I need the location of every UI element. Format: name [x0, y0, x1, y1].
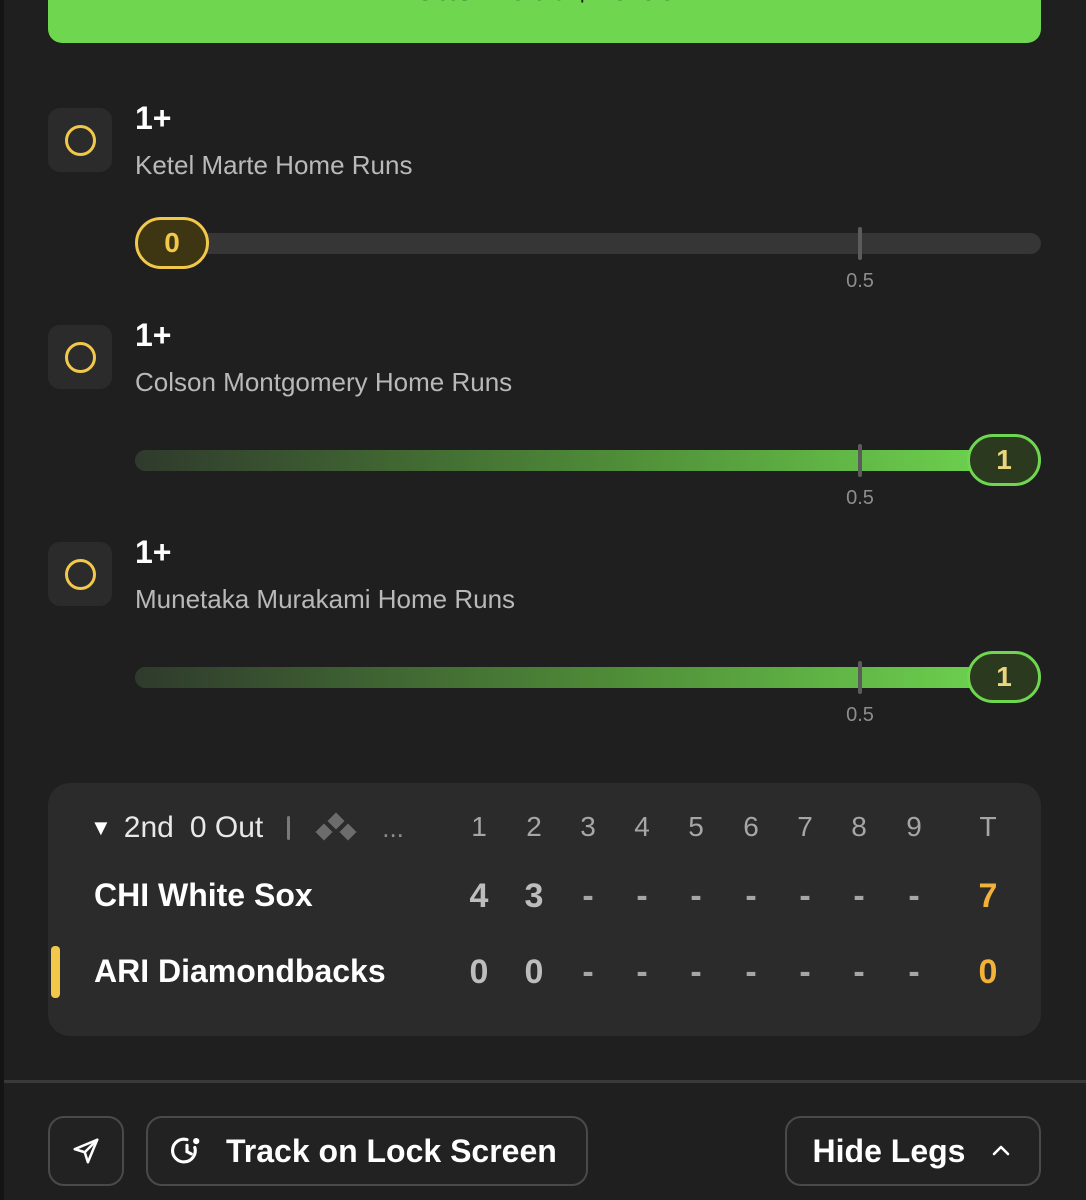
threshold-tick: [858, 444, 862, 477]
inning-header: 9: [906, 811, 922, 842]
leg-market: Ketel Marte Home Runs: [135, 150, 413, 180]
progress-track: [135, 227, 1041, 260]
team-name: CHI White Sox: [94, 877, 313, 913]
inning: 2nd: [123, 811, 174, 844]
more-indicator: ...: [382, 812, 404, 843]
inning-score: -: [636, 953, 648, 991]
leg-line: 1+: [135, 100, 172, 136]
leg-market: Munetaka Murakami Home Runs: [135, 584, 516, 614]
batting-indicator: [51, 946, 60, 998]
leg-status-badge: [48, 542, 112, 606]
total-header: T: [979, 811, 997, 842]
pending-circle-icon: [64, 558, 96, 590]
hide-legs-label: Hide Legs: [812, 1132, 966, 1169]
inning-score: 3: [524, 877, 544, 915]
cash-out-button[interactable]: Cash Out $75.00: [48, 0, 1041, 43]
leg-line: 1+: [135, 534, 172, 570]
collapse-triangle-icon[interactable]: ▼: [90, 815, 112, 841]
inning-score: -: [908, 953, 920, 991]
progress-fill: [135, 667, 1015, 688]
inning-score: -: [582, 953, 594, 991]
progress-track: [135, 661, 1041, 694]
inning-score: -: [745, 877, 757, 915]
inning-score: 0: [469, 953, 489, 991]
progress-value-pill: 0: [135, 217, 209, 269]
leg-line: 1+: [135, 317, 172, 353]
footer-divider: [4, 1080, 1086, 1083]
inning-score: -: [690, 877, 702, 915]
inning-header: 7: [797, 811, 813, 842]
pending-circle-icon: [64, 124, 96, 156]
inning-score: 0: [524, 953, 544, 991]
inning-score: -: [853, 877, 865, 915]
inning-score: -: [853, 953, 865, 991]
inning-score: 4: [469, 877, 489, 915]
inning-score: -: [799, 953, 811, 991]
leg-card: 1+ Ketel Marte Home Runs 0.5 0: [0, 100, 1086, 300]
pending-circle-icon: [64, 341, 96, 373]
leg-card: 1+ Munetaka Murakami Home Runs 0.5 1: [0, 534, 1086, 734]
live-activity-icon: [170, 1134, 204, 1168]
progress-value-pill: 1: [967, 434, 1041, 486]
total-score: 7: [978, 877, 998, 915]
game-status: ▼ 2nd 0 Out ...: [90, 811, 404, 845]
track-lock-screen-label: Track on Lock Screen: [226, 1132, 557, 1169]
team-name: ARI Diamondbacks: [94, 953, 386, 989]
hide-legs-button[interactable]: Hide Legs: [785, 1116, 1041, 1186]
scoreboard: ▼ 2nd 0 Out ... 1 2 3 4 5 6 7 8 9 T CHI …: [48, 783, 1041, 1036]
leg-status-badge: [48, 108, 112, 172]
inning-score: -: [690, 953, 702, 991]
leg-market: Colson Montgomery Home Runs: [135, 367, 513, 397]
bases-icon: [314, 812, 358, 843]
track-lock-screen-button[interactable]: Track on Lock Screen: [146, 1116, 588, 1186]
share-button[interactable]: [48, 1116, 124, 1186]
inning-header: 5: [688, 811, 704, 842]
threshold-label: 0.5: [846, 487, 874, 509]
inning-header: 2: [526, 811, 542, 842]
inning-score: -: [745, 953, 757, 991]
inning-header: 1: [471, 811, 487, 842]
leg-card: 1+ Colson Montgomery Home Runs 0.5 1: [0, 317, 1086, 517]
inning-header: 8: [851, 811, 867, 842]
threshold-tick: [858, 227, 862, 260]
inning-header: 4: [634, 811, 650, 842]
send-icon: [71, 1136, 101, 1166]
threshold-label: 0.5: [846, 270, 874, 292]
inning-score: -: [582, 877, 594, 915]
inning-score: -: [908, 877, 920, 915]
progress-fill: [135, 450, 1015, 471]
inning-score: -: [799, 877, 811, 915]
progress-track: [135, 444, 1041, 477]
total-score: 0: [978, 953, 998, 991]
inning-score: -: [636, 877, 648, 915]
threshold-label: 0.5: [846, 704, 874, 726]
threshold-tick: [858, 661, 862, 694]
inning-header: 3: [580, 811, 596, 842]
leg-status-badge: [48, 325, 112, 389]
chevron-up-icon: [989, 1139, 1013, 1163]
inning-header: 6: [743, 811, 759, 842]
divider: [287, 816, 291, 840]
progress-value-pill: 1: [967, 651, 1041, 703]
outs: 0 Out: [189, 811, 264, 844]
